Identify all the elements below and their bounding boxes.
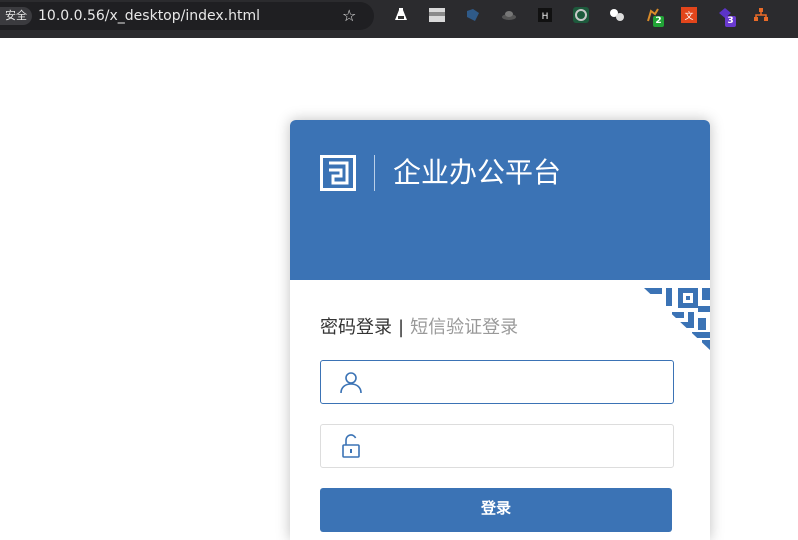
login-header: 企业办公平台 xyxy=(290,120,710,280)
window-extension-icon[interactable] xyxy=(429,7,445,23)
login-mode-tabs: 密码登录 | 短信验证登录 xyxy=(320,316,518,340)
circle-extension-icon[interactable] xyxy=(573,7,589,23)
tab-password-login[interactable]: 密码登录 xyxy=(320,317,392,338)
bookmark-star-icon[interactable]: ☆ xyxy=(342,5,356,27)
shapes-extension-badge: 3 xyxy=(725,16,736,27)
url-text[interactable]: 10.0.0.56/x_desktop/index.html xyxy=(38,6,260,26)
browser-toolbar: 安全 10.0.0.56/x_desktop/index.html ☆ H 2 … xyxy=(0,0,798,38)
plant-extension-badge: 2 xyxy=(653,16,664,27)
translate-extension-icon[interactable]: 文 xyxy=(681,7,697,23)
svg-text:文: 文 xyxy=(684,10,693,22)
app-logo-icon xyxy=(320,155,356,191)
user-icon xyxy=(340,372,362,394)
h-extension-icon[interactable]: H xyxy=(537,7,553,23)
login-card: 企业办公平台 密码登录 | 短信验证登录 登录 xyxy=(290,120,710,540)
tree-extension-icon[interactable] xyxy=(753,7,769,23)
tab-sms-login[interactable]: 短信验证登录 xyxy=(410,317,518,338)
username-input[interactable] xyxy=(377,361,661,405)
username-field[interactable] xyxy=(320,360,674,405)
unlock-icon xyxy=(342,434,360,458)
bubbles-extension-icon[interactable] xyxy=(609,7,625,23)
password-field[interactable] xyxy=(320,424,674,469)
flask-extension-icon[interactable] xyxy=(393,7,409,23)
login-button[interactable]: 登录 xyxy=(320,488,672,532)
app-title: 企业办公平台 xyxy=(393,156,562,189)
password-input[interactable] xyxy=(377,425,661,469)
header-divider xyxy=(374,155,375,191)
security-indicator[interactable]: 安全 xyxy=(0,7,32,25)
address-bar[interactable]: 安全 10.0.0.56/x_desktop/index.html ☆ xyxy=(0,2,374,30)
paint-extension-icon[interactable] xyxy=(465,7,481,23)
qr-login-toggle-icon[interactable] xyxy=(644,288,710,350)
tab-separator: | xyxy=(398,317,405,338)
hat-extension-icon[interactable] xyxy=(501,7,517,23)
svg-text:H: H xyxy=(542,12,549,22)
